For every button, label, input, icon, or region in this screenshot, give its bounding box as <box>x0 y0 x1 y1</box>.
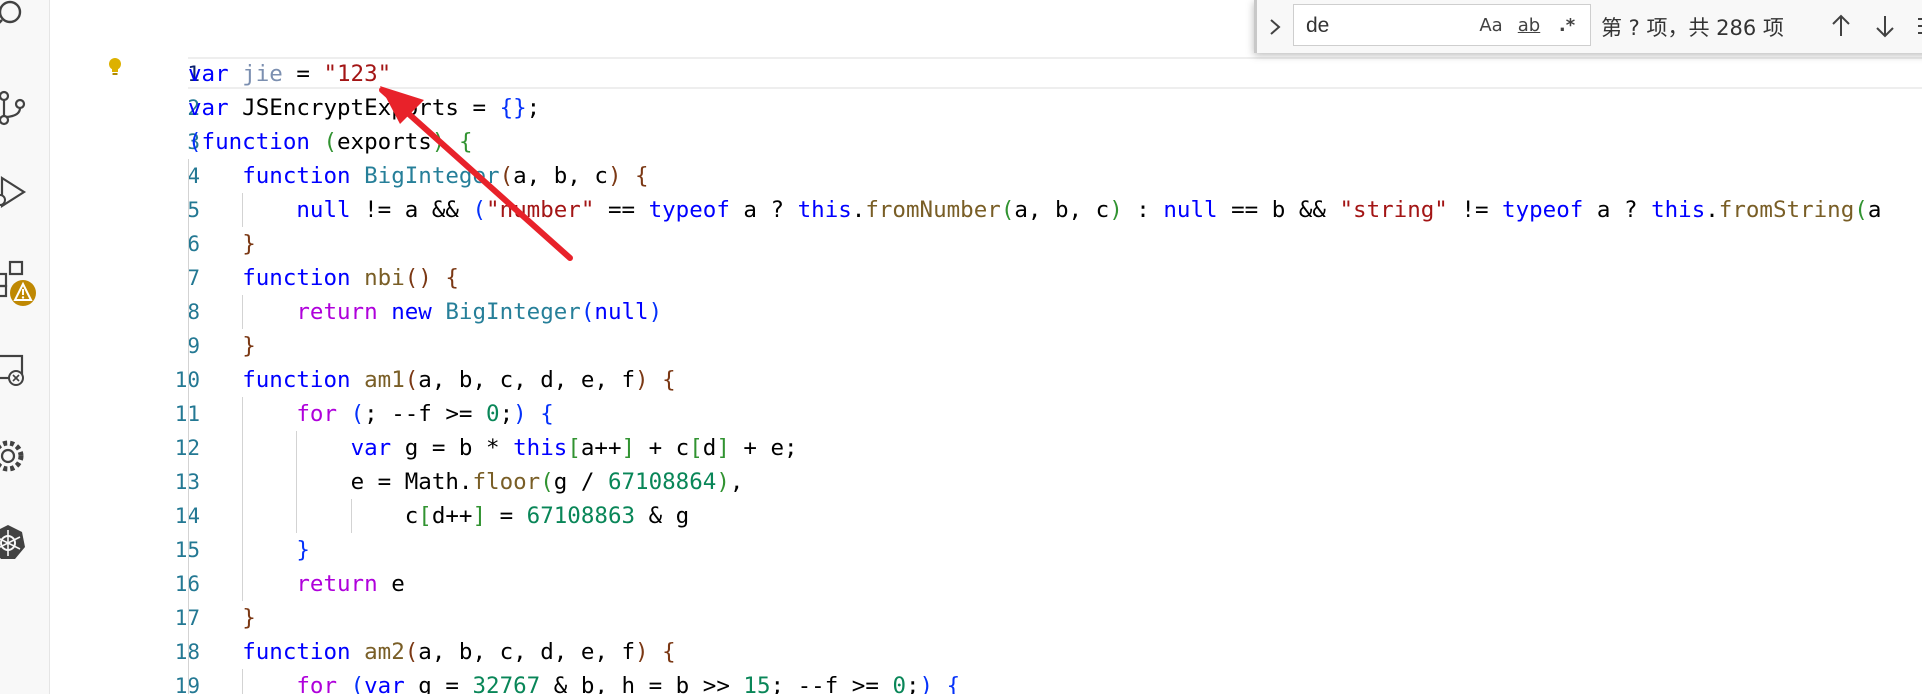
red-arrow-annotation <box>379 86 573 261</box>
warning-icon <box>10 280 36 306</box>
remote-explorer-icon[interactable] <box>0 350 30 390</box>
search-icon[interactable] <box>0 0 30 34</box>
run-debug-icon[interactable] <box>0 172 30 212</box>
code-editor[interactable]: 1 var jie = "123" 2 var JSEncryptExports = … <box>50 0 1922 694</box>
activity-bar <box>0 0 50 694</box>
settings-gear-icon[interactable] <box>0 436 30 476</box>
source-control-icon[interactable] <box>0 88 30 128</box>
kubernetes-icon[interactable] <box>0 522 30 562</box>
